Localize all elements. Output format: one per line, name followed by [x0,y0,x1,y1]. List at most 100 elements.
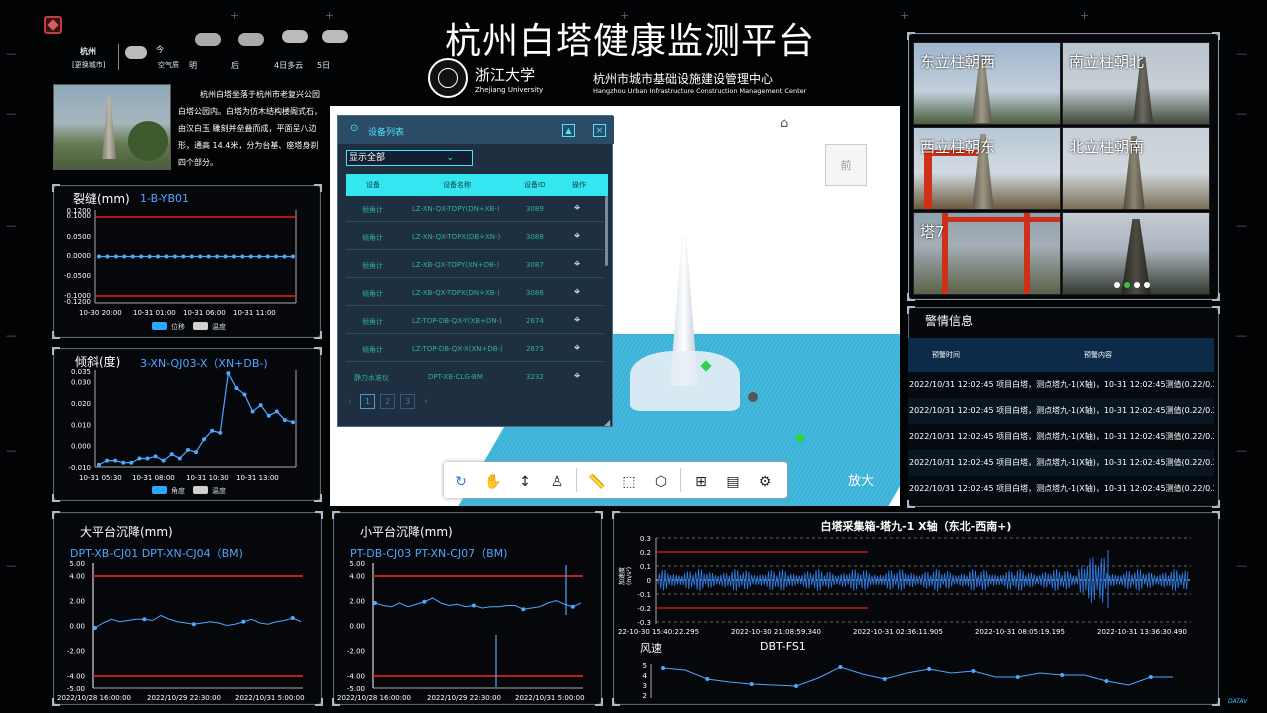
data-point[interactable] [471,603,476,608]
table-row[interactable]: 倾角计 LZ-XB-QX-TOPX(DN+XB-) 3086 ⌖ [346,280,604,306]
data-point[interactable] [290,616,295,620]
data-point[interactable] [291,254,295,259]
data-point[interactable] [210,428,215,433]
measure-icon[interactable]: 📏 [584,469,610,495]
table-row[interactable]: 静力水准仪 DPT-XB-CLG-BM 3232 ⌖ [346,364,604,382]
data-point[interactable] [794,684,799,688]
data-point[interactable] [191,622,196,627]
data-point[interactable] [231,254,236,259]
switch-city-link[interactable]: [更换城市] [72,60,105,70]
camera-feed[interactable]: 北立柱朝南 [1062,127,1210,210]
alarm-row[interactable]: 2022/10/31 12:02:45 项目白塔，测点塔九-1(X轴)，10-3… [908,372,1214,398]
data-point[interactable] [93,626,97,630]
table-row[interactable]: 倾角计 LZ-TOP-DB-QX-X(XN+DB-) 2673 ⌖ [346,336,604,362]
locate-icon[interactable]: ⌖ [574,369,580,382]
page-button[interactable]: 3 [400,394,415,409]
page-button[interactable]: 2 [380,394,395,409]
alarm-row[interactable]: 2022/10/31 12:02:45 项目白塔，测点塔九-1(X轴)，10-3… [908,476,1214,502]
collapse-button[interactable]: ▲ [562,124,575,137]
data-point[interactable] [927,667,932,671]
data-point[interactable] [206,254,211,259]
data-point[interactable] [258,403,263,408]
section-box-icon[interactable]: ⬚ [616,469,642,495]
table-row[interactable]: 倾角计 LZ-XN-QX-TOPX(DB+XN-) 3088 ⌖ [346,224,604,250]
data-point[interactable] [241,619,246,624]
zoom-label[interactable]: 放大 [848,470,874,489]
data-point[interactable] [202,437,207,442]
locate-icon[interactable]: ⌖ [574,201,580,215]
data-point[interactable] [282,254,287,259]
data-point[interactable] [373,601,377,605]
data-point[interactable] [705,677,710,681]
data-point[interactable] [291,420,295,425]
data-point[interactable] [248,254,253,259]
locate-icon[interactable]: ⌖ [574,341,580,355]
carousel-dot-active[interactable] [1124,282,1130,288]
data-point[interactable] [137,456,142,461]
locate-icon[interactable]: ⌖ [574,285,580,299]
data-point[interactable] [156,254,161,259]
first-person-icon[interactable]: ♙ [544,469,570,495]
camera-feed[interactable]: 塔7 [913,212,1061,295]
locate-icon[interactable]: ⌖ [574,229,580,243]
orbit-icon[interactable]: ↻ [448,469,474,495]
data-point[interactable] [1015,675,1020,679]
data-point[interactable] [422,599,427,604]
zoom-arrow-icon[interactable]: ↕ [512,469,538,495]
carousel-dot[interactable] [1114,282,1120,288]
model-tree-icon[interactable]: ⊞ [688,469,714,495]
resize-handle-icon[interactable]: ◢ [604,418,610,427]
table-row[interactable]: 倾角计 LZ-XN-QX-TOPY(DN+XB-) 3089 ⌖ [346,196,604,222]
view-cube-front[interactable]: 前 [825,144,867,186]
alarm-row[interactable]: 2022/10/31 12:02:45 项目白塔，测点塔九-1(X轴)，10-3… [908,398,1214,424]
data-point[interactable] [177,456,182,461]
data-point[interactable] [113,458,118,463]
data-point[interactable] [266,413,271,418]
data-point[interactable] [274,254,279,259]
data-point[interactable] [172,254,177,259]
data-point[interactable] [749,682,754,686]
close-button[interactable]: × [593,124,606,137]
settings-gear-icon[interactable]: ⚙ [752,469,778,495]
data-point[interactable] [661,666,665,670]
locate-icon[interactable]: ⌖ [574,257,580,271]
data-point[interactable] [139,254,144,259]
data-point[interactable] [1060,673,1065,677]
page-button[interactable]: 1 [360,394,375,409]
data-point[interactable] [282,418,287,423]
camera-feed[interactable]: 东立柱朝西 [913,42,1061,125]
data-point[interactable] [147,254,152,259]
device-filter-select[interactable]: 显示全部 ⌄ [346,150,473,166]
data-point[interactable] [234,386,239,391]
data-point[interactable] [274,409,279,414]
data-point[interactable] [1148,675,1153,679]
alarm-row[interactable]: 2022/10/31 12:02:45 项目白塔，测点塔九-1(X轴)，10-3… [908,424,1214,450]
data-point[interactable] [113,254,118,259]
carousel-dot[interactable] [1134,282,1140,288]
data-point[interactable] [105,458,110,463]
data-point[interactable] [570,604,575,609]
prev-page-icon[interactable]: ‹ [348,397,352,407]
data-point[interactable] [153,454,158,459]
home-icon[interactable] [44,16,62,34]
table-row[interactable]: 倾角计 LZ-TOP-DB-QX-Y(XB+DN-) 2674 ⌖ [346,308,604,334]
data-point[interactable] [142,617,147,622]
reset-view-icon[interactable]: ⌂ [780,116,788,131]
data-point[interactable] [122,254,127,259]
camera-feed[interactable]: 南立柱朝北 [1062,42,1210,125]
data-point[interactable] [882,677,887,681]
data-point[interactable] [164,254,169,259]
data-point[interactable] [161,458,166,463]
data-point[interactable] [971,669,976,673]
data-point[interactable] [169,452,174,457]
camera-feed[interactable]: 西立柱朝东 [913,127,1061,210]
data-point[interactable] [121,460,126,465]
data-point[interactable] [129,460,134,465]
alarm-row[interactable]: 2022/10/31 12:02:45 项目白塔，测点塔九-1(X轴)，10-3… [908,450,1214,476]
locate-icon[interactable]: ⌖ [574,313,580,327]
data-point[interactable] [97,462,101,467]
data-point[interactable] [97,254,101,259]
data-point[interactable] [838,665,843,669]
properties-icon[interactable]: ▤ [720,469,746,495]
data-point[interactable] [265,254,270,259]
